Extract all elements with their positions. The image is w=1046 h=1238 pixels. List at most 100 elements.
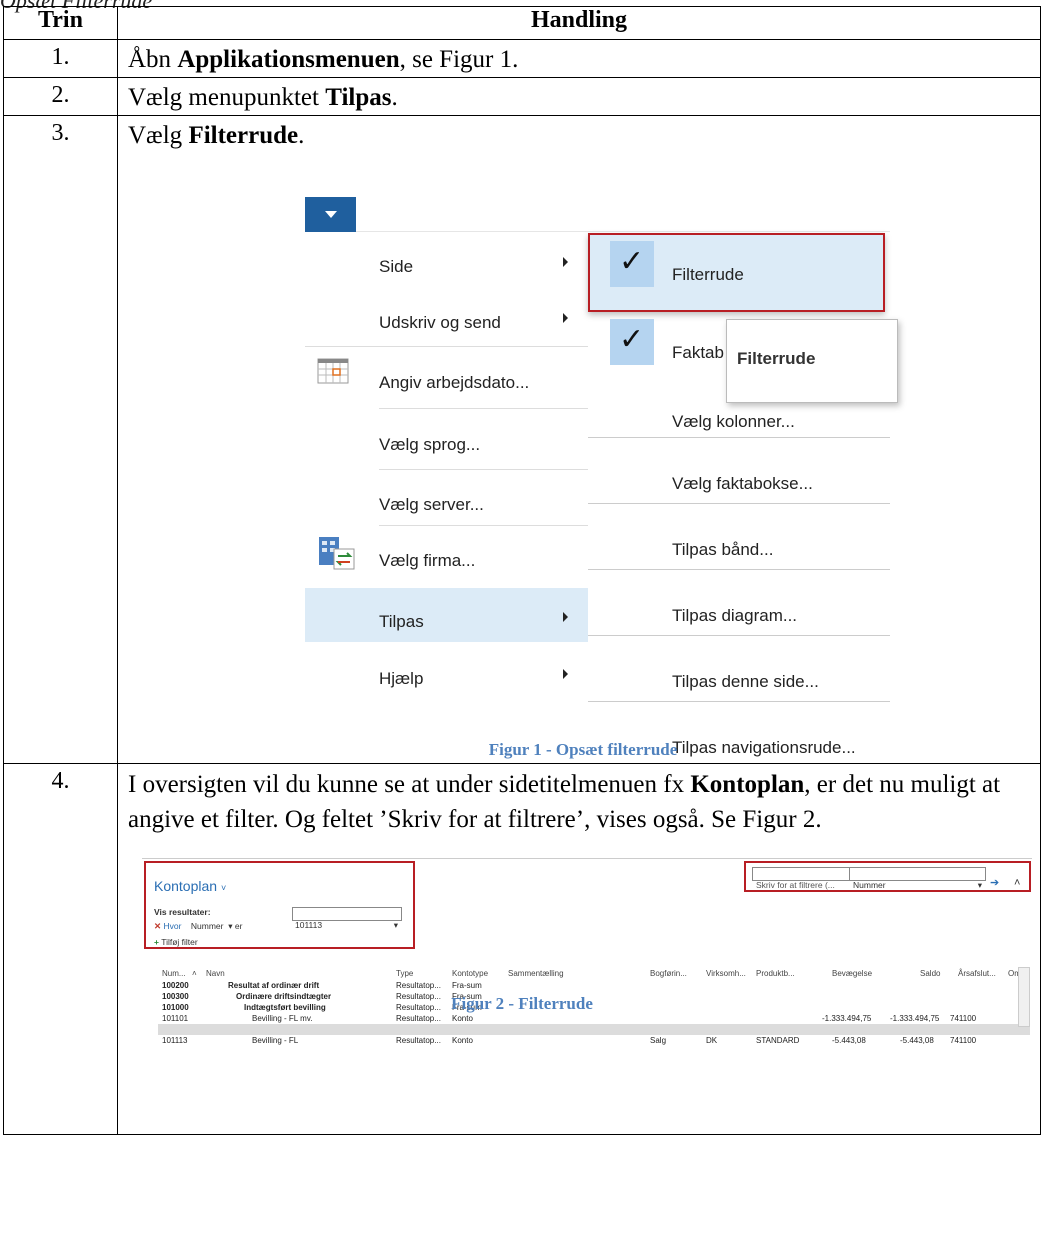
submenu-item-label: Filterrude: [672, 265, 744, 284]
table-row: 1. Åbn Applikationsmenuen, se Figur 1.: [3, 39, 1041, 78]
submenu-item-label: Vælg faktabokse...: [672, 474, 813, 493]
chevron-down-icon: ˅: [220, 883, 227, 893]
tooltip-text: Filterrude: [737, 349, 816, 368]
grid-scrollbar[interactable]: [1018, 967, 1030, 1027]
menu-item-label: Side: [379, 257, 414, 276]
menu-divider: [379, 525, 588, 526]
menu-divider: [305, 346, 588, 347]
submenu-item-label: Vælg kolonner...: [672, 412, 795, 431]
cell-num: 101113: [162, 1036, 188, 1045]
company-switch-icon: [319, 537, 355, 570]
menu-item-label: Vælg firma...: [379, 551, 476, 570]
figure-2: Kontoplan ˅ Vis resultater: ✕ Hvor Numme…: [122, 837, 1040, 1045]
menu-item-server[interactable]: Vælg server...: [305, 471, 588, 527]
steps-table: Trin Handling 1. Åbn Applikationsmenuen,…: [3, 6, 1041, 1135]
menu-item-sprog[interactable]: Vælg sprog...: [305, 411, 588, 467]
search-field: Nummer: [853, 880, 886, 890]
table-row[interactable]: 101113 Bevilling - FL Resultatop... Kont…: [158, 1024, 1030, 1045]
menu-item-label: Tilpas: [379, 612, 424, 631]
calendar-icon: [317, 358, 349, 384]
step-text-pre: Vælg: [128, 122, 189, 149]
step-text: Vælg Filterrude.: [128, 119, 1040, 153]
submenu-item-denne-side[interactable]: Tilpas denne side...: [588, 645, 890, 702]
menu-item-label: Vælg sprog...: [379, 435, 481, 454]
step-number: 4.: [3, 763, 118, 1135]
application-menu: Side Udskriv og send Angiv arbejdsdato..…: [305, 233, 588, 743]
filter-value-input[interactable]: 101113 ▾: [292, 907, 402, 930]
cell-name: Bevilling - FL: [252, 1036, 299, 1045]
dropdown-arrow-icon[interactable]: ▾: [978, 868, 982, 902]
menu-item-firma[interactable]: Vælg firma...: [305, 527, 588, 583]
step-text-pre: Vælg menupunktet: [128, 84, 326, 111]
search-divider: [849, 867, 850, 880]
dropdown-arrow-icon[interactable]: ▾: [228, 921, 232, 931]
cell-virksomhed: DK: [706, 1036, 718, 1045]
menu-item-label: Vælg server...: [379, 495, 484, 514]
filter-value: 101113: [295, 920, 323, 930]
cell-produkt: STANDARD: [756, 1036, 800, 1045]
step-text-post: .: [298, 122, 305, 149]
step-text-bold: Kontoplan: [690, 771, 805, 798]
tooltip: Filterrude: [726, 319, 898, 403]
step-text-bold: Filterrude: [188, 122, 299, 149]
page-top-border: [142, 858, 1032, 859]
plus-icon: +: [154, 937, 159, 947]
menu-item-hjaelp[interactable]: Hjælp: [305, 645, 588, 701]
header-step: Trin: [3, 6, 118, 40]
figure-2-caption: Figur 2 - Filterrude: [451, 994, 593, 1013]
step-number: 2.: [3, 77, 118, 116]
menu-item-udskriv[interactable]: Udskriv og send: [305, 289, 588, 345]
menu-item-side[interactable]: Side: [305, 233, 588, 289]
menu-item-label: Udskriv og send: [379, 313, 501, 332]
submenu-item-filterrude[interactable]: Filterrude: [588, 241, 890, 297]
table-header-row: Trin Handling: [3, 6, 1041, 40]
menu-divider: [379, 469, 588, 470]
step-text-pre: I oversigten vil du kunne se at under si…: [128, 771, 691, 798]
figure-1: Side Udskriv og send Angiv arbejdsdato..…: [128, 153, 1040, 763]
cell-saldo: -5.443,08: [900, 1036, 934, 1045]
submenu-item-label: Tilpas bånd...: [672, 540, 774, 559]
table-row[interactable]: 100200 Resultat af ordinær drift Resulta…: [158, 969, 1030, 990]
submenu-arrow-icon: [563, 612, 568, 622]
table-row: 3. Vælg Filterrude. Side Udskriv og send: [3, 115, 1041, 764]
step-cell: Vælg Filterrude. Side Udskriv og send An…: [117, 115, 1041, 764]
filter-operator: er: [234, 921, 243, 931]
page-title-text: Kontoplan: [154, 878, 218, 894]
menu-divider: [379, 408, 588, 409]
submenu-arrow-icon: [563, 669, 568, 679]
cell-bogfoering: Salg: [650, 1036, 667, 1045]
menu-item-arbejdsdato[interactable]: Angiv arbejdsdato...: [305, 349, 588, 405]
app-topbar: [305, 196, 890, 232]
submenu-arrow-icon: [563, 257, 568, 267]
search-go-icon[interactable]: ➔: [990, 866, 999, 900]
application-menu-button[interactable]: [305, 197, 356, 232]
submenu-item-diagram[interactable]: Tilpas diagram...: [588, 579, 890, 636]
submenu-item-faktabokse[interactable]: Vælg faktabokse...: [588, 447, 890, 504]
menu-item-tilpas[interactable]: Tilpas: [305, 588, 588, 642]
cell-kontotype: Konto: [452, 1036, 473, 1045]
collapse-icon[interactable]: ˄: [1014, 866, 1020, 900]
cell-bevaegelse: -5.443,08: [832, 1036, 866, 1045]
menu-item-label: Angiv arbejdsdato...: [379, 373, 530, 392]
search-input[interactable]: Skriv for at filtrere (... Nummer ▾: [752, 867, 986, 890]
add-filter-button[interactable]: + Tilføj filter: [154, 925, 198, 959]
step-text: Åbn Applikationsmenuen, se Figur 1.: [117, 39, 1041, 78]
submenu-item-label: Faktab: [672, 343, 724, 362]
step-number: 3.: [3, 115, 118, 764]
step-text-bold: Tilpas: [325, 84, 392, 111]
table-row: 4. I oversigten vil du kunne se at under…: [3, 763, 1041, 1135]
grid-header: Num... ˄ Navn Type Kontotype Sammentælli…: [158, 957, 1030, 978]
submenu-item-label: Tilpas denne side...: [672, 672, 819, 691]
figure-1-caption: Figur 1 - Opsæt filterrude: [488, 740, 678, 759]
submenu-arrow-icon: [563, 313, 568, 323]
cell-type: Resultatop...: [396, 1036, 441, 1045]
submenu-item-baand[interactable]: Tilpas bånd...: [588, 513, 890, 570]
step-cell: I oversigten vil du kunne se at under si…: [117, 763, 1041, 1135]
step-text-bold: Applikationsmenuen: [177, 46, 400, 73]
dropdown-arrow-icon[interactable]: ▾: [394, 908, 398, 942]
header-action: Handling: [117, 6, 1041, 40]
checkmark-icon: [610, 241, 654, 287]
step-number: 1.: [3, 39, 118, 78]
step-text-post: .: [391, 84, 398, 111]
table-row: 2. Vælg menupunktet Tilpas.: [3, 77, 1041, 116]
